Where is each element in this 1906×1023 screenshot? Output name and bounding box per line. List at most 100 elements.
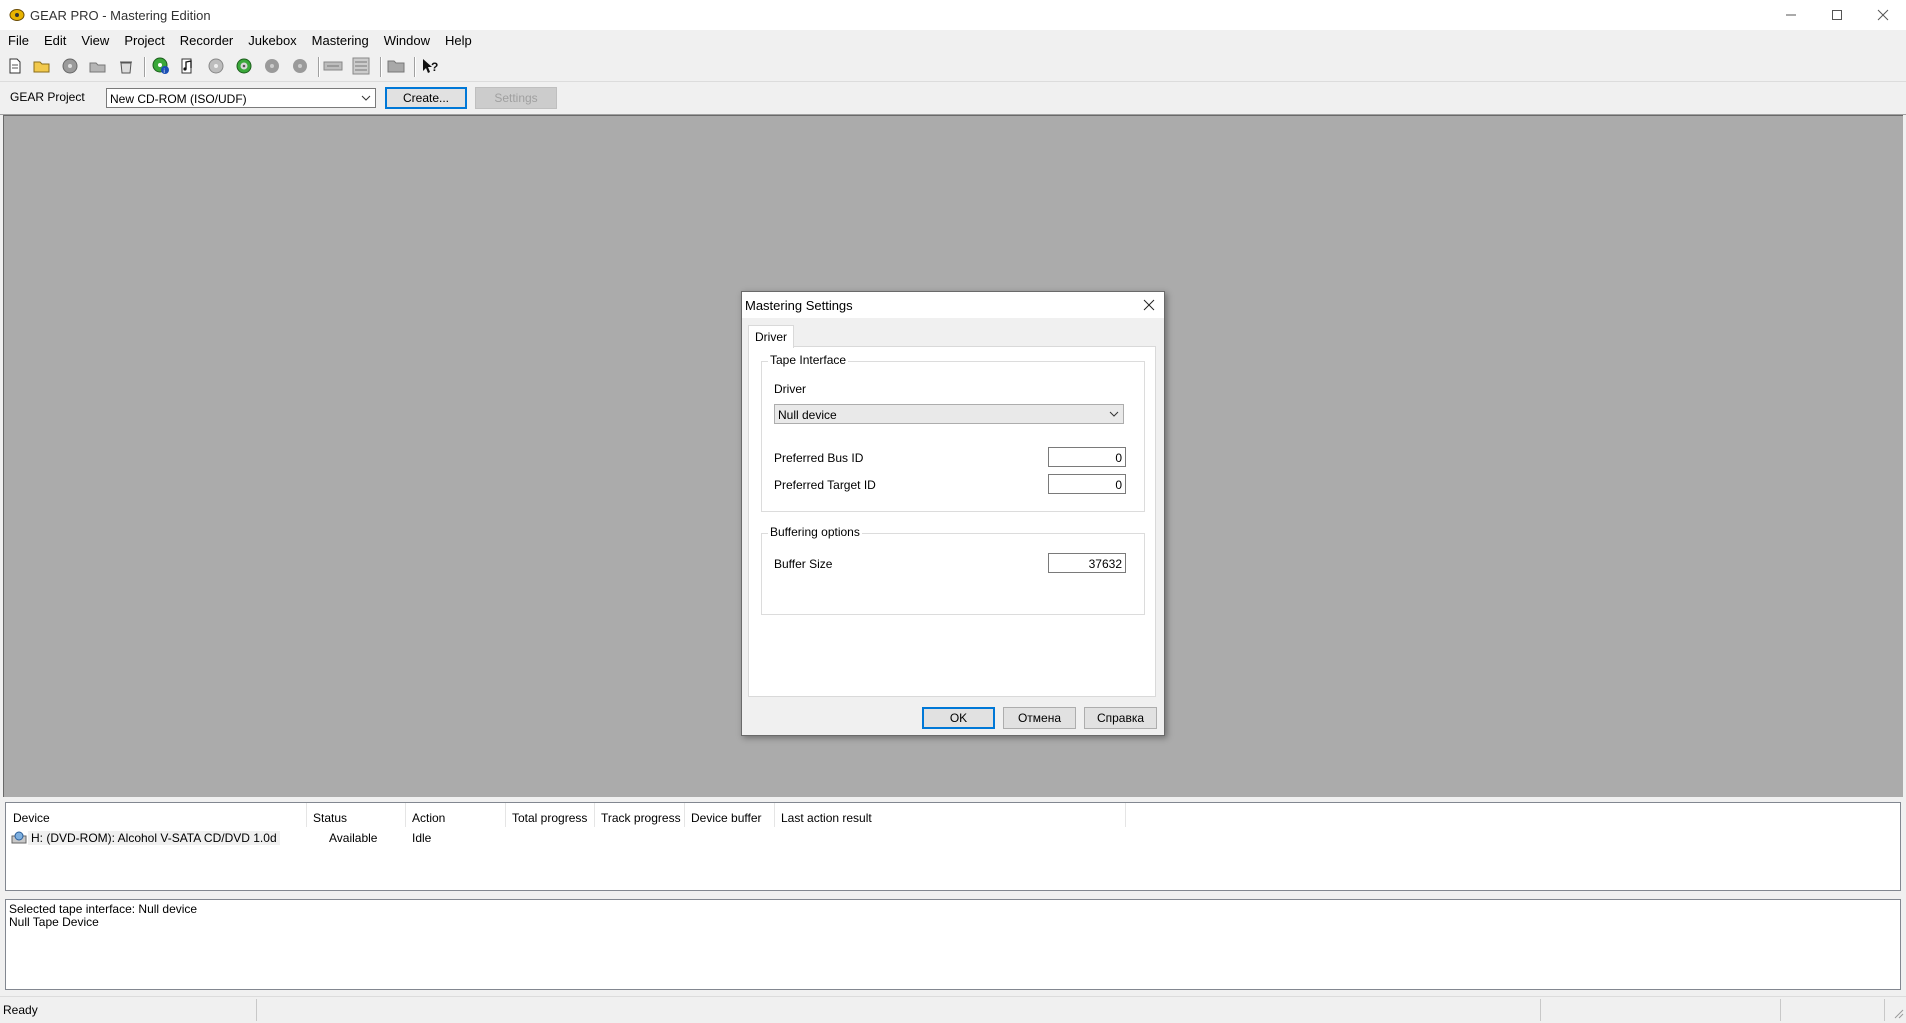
project-bar: GEAR Project New CD-ROM (ISO/UDF) Create…	[0, 81, 1906, 115]
preferred-target-id-label: Preferred Target ID	[774, 478, 876, 492]
maximize-icon	[1832, 10, 1842, 20]
column-header-device[interactable]: Device	[7, 803, 307, 827]
dialog-title-bar: Mastering Settings	[742, 292, 1164, 318]
buffering-options-group: Buffering options Buffer Size 37632	[761, 525, 1145, 615]
settings-button[interactable]: Settings	[475, 87, 557, 109]
menu-jukebox[interactable]: Jukebox	[240, 30, 303, 52]
status-pane-divider	[256, 999, 257, 1021]
chevron-down-icon	[1109, 411, 1119, 417]
svg-text:?: ?	[431, 60, 438, 74]
column-header-action[interactable]: Action	[406, 803, 506, 827]
cd-drive-icon	[11, 831, 27, 844]
cancel-button[interactable]: Отмена	[1003, 707, 1076, 729]
project-label: GEAR Project	[10, 90, 85, 104]
project-type-select[interactable]: New CD-ROM (ISO/UDF)	[106, 88, 376, 108]
tape-interface-label: Tape Interface	[768, 353, 849, 367]
column-header-device-buffer[interactable]: Device buffer	[685, 803, 775, 827]
devices-list: Device Status Action Total progress Trac…	[5, 802, 1901, 891]
status-bar: Ready	[0, 996, 1906, 1023]
toolbar-button-10[interactable]	[261, 55, 283, 77]
toolbar-button-12[interactable]	[322, 55, 344, 77]
preferred-target-id-field[interactable]: 0	[1048, 474, 1126, 494]
window-title: GEAR PRO - Mastering Edition	[30, 8, 211, 23]
svg-text:i: i	[164, 69, 165, 75]
toolbar-separator	[318, 57, 320, 77]
menu-recorder[interactable]: Recorder	[172, 30, 240, 52]
new-icon	[9, 58, 21, 74]
toolbar-button-5[interactable]	[115, 55, 137, 77]
dialog-title: Mastering Settings	[745, 298, 853, 313]
new-button[interactable]	[4, 55, 26, 77]
toolbar-button-13[interactable]	[350, 55, 372, 77]
recycle-icon	[120, 61, 132, 74]
preferred-bus-id-field[interactable]: 0	[1048, 447, 1126, 467]
toolbar-button-14[interactable]	[385, 55, 407, 77]
column-header-last-action-result[interactable]: Last action result	[775, 803, 1126, 827]
device-status-cell: Available	[329, 831, 378, 845]
help-button[interactable]: Справка	[1084, 707, 1157, 729]
maximize-button[interactable]	[1814, 0, 1860, 30]
disc-play-icon	[236, 58, 252, 74]
menu-view[interactable]: View	[73, 30, 116, 52]
disc-b-icon	[293, 59, 307, 73]
status-pane-divider	[1540, 999, 1541, 1021]
toolbar: i ?	[0, 52, 1906, 80]
buffering-options-label: Buffering options	[768, 525, 862, 539]
menu-edit[interactable]: Edit	[36, 30, 73, 52]
tab-driver[interactable]: Driver	[748, 325, 794, 348]
buffer-size-label: Buffer Size	[774, 557, 833, 571]
buffer-size-field[interactable]: 37632	[1048, 553, 1126, 573]
column-header-track-progress[interactable]: Track progress	[595, 803, 685, 827]
context-help-button[interactable]: ?	[419, 55, 441, 77]
menu-window[interactable]: Window	[376, 30, 437, 52]
open-button[interactable]	[31, 55, 53, 77]
tape-interface-group: Tape Interface Driver Null device Prefer…	[761, 353, 1145, 512]
column-header-total-progress[interactable]: Total progress	[506, 803, 595, 827]
log-line: Null Tape Device	[9, 915, 99, 929]
toolbar-button-3[interactable]	[59, 55, 81, 77]
minimize-button[interactable]	[1768, 0, 1814, 30]
list-icon	[352, 57, 370, 75]
device-name-cell: H: (DVD-ROM): Alcohol V-SATA CD/DVD 1.0d	[28, 831, 280, 845]
toolbar-button-8[interactable]	[205, 55, 227, 77]
app-gear-icon	[9, 9, 25, 21]
log-line: Selected tape interface: Null device	[9, 902, 198, 916]
toolbar-button-7[interactable]	[177, 55, 199, 77]
open-folder-icon	[33, 61, 50, 73]
folder-icon	[387, 60, 405, 73]
globe-disc-icon	[62, 58, 78, 74]
menu-bar: File Edit View Project Recorder Jukebox …	[0, 30, 1906, 52]
menu-help[interactable]: Help	[437, 30, 479, 52]
toolbar-button-4[interactable]	[87, 55, 109, 77]
resize-grip-icon[interactable]	[1892, 1007, 1904, 1019]
menu-project[interactable]: Project	[116, 30, 171, 52]
close-button[interactable]	[1860, 0, 1906, 30]
mastering-settings-dialog: Mastering Settings Driver Tape Interface…	[741, 291, 1165, 736]
status-text: Ready	[3, 1003, 38, 1017]
title-bar: GEAR PRO - Mastering Edition	[0, 0, 1906, 30]
toolbar-separator	[414, 57, 416, 77]
log-output: Selected tape interface: Null device Nul…	[5, 899, 1901, 990]
toolbar-button-9[interactable]	[233, 55, 255, 77]
dialog-close-button[interactable]	[1140, 296, 1158, 314]
toolbar-button-11[interactable]	[289, 55, 311, 77]
column-header-status[interactable]: Status	[307, 803, 406, 827]
driver-label: Driver	[774, 382, 806, 396]
chevron-down-icon	[361, 95, 371, 101]
driver-tab-page: Tape Interface Driver Null device Prefer…	[748, 346, 1156, 697]
ok-button[interactable]: OK	[922, 707, 995, 729]
device-icon	[323, 61, 343, 71]
toolbar-separator	[380, 57, 382, 77]
disc-gear-icon	[208, 58, 224, 74]
status-pane-divider	[1780, 999, 1781, 1021]
music-disc-icon	[181, 58, 192, 74]
preferred-bus-id-label: Preferred Bus ID	[774, 451, 864, 465]
toolbar-separator	[144, 57, 146, 77]
disc-a-icon	[265, 59, 279, 73]
project-type-value: New CD-ROM (ISO/UDF)	[110, 92, 247, 106]
create-button[interactable]: Create...	[385, 87, 467, 109]
menu-mastering[interactable]: Mastering	[304, 30, 376, 52]
toolbar-button-6[interactable]: i	[150, 55, 172, 77]
driver-select[interactable]: Null device	[774, 404, 1124, 424]
menu-file[interactable]: File	[0, 30, 36, 52]
